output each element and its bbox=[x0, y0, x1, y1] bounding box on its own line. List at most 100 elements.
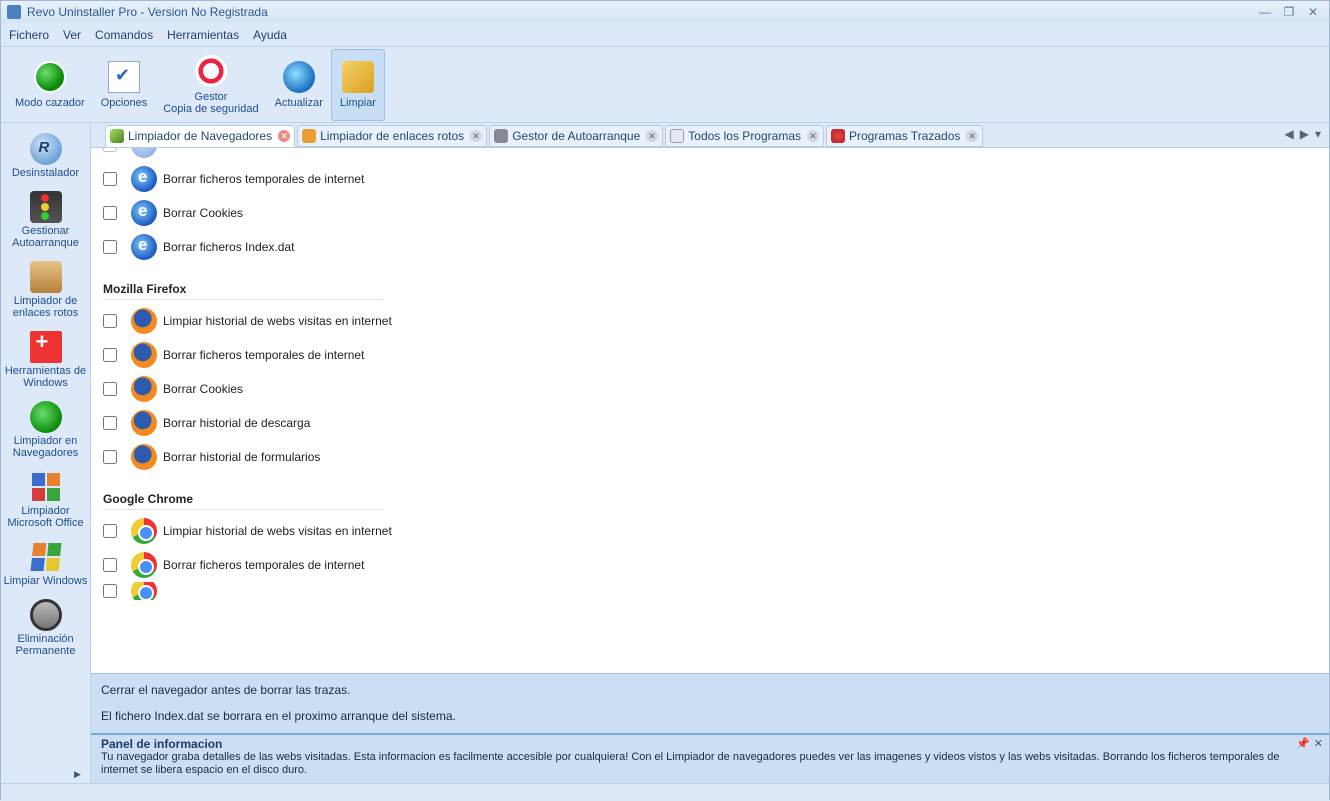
ie-icon bbox=[131, 200, 157, 226]
row-checkbox[interactable] bbox=[103, 206, 117, 220]
row-checkbox[interactable] bbox=[103, 524, 117, 538]
tab-close-icon[interactable]: ✕ bbox=[966, 130, 978, 142]
app-icon bbox=[7, 5, 21, 19]
toolbar-hunter-mode[interactable]: Modo cazador bbox=[7, 49, 93, 121]
row-checkbox[interactable] bbox=[103, 416, 117, 430]
sidebar-uninstaller[interactable]: Desinstalador bbox=[1, 127, 90, 185]
sidebar-browsers-cleaner[interactable]: Limpiador en Navegadores bbox=[1, 395, 90, 465]
ie-icon bbox=[131, 166, 157, 192]
menu-help[interactable]: Ayuda bbox=[253, 28, 287, 42]
row-label: Borrar Cookies bbox=[163, 382, 243, 396]
row-label: Borrar ficheros Index.dat bbox=[163, 240, 294, 254]
tab-next-icon[interactable]: ▶ bbox=[1300, 127, 1309, 141]
sidebar-evidence-remover[interactable]: Eliminación Permanente bbox=[1, 593, 90, 663]
titlebar: Revo Uninstaller Pro - Version No Regist… bbox=[1, 1, 1329, 23]
ie-icon bbox=[131, 234, 157, 260]
close-button[interactable]: ✕ bbox=[1303, 5, 1323, 19]
row-checkbox[interactable] bbox=[103, 240, 117, 254]
chrome-icon bbox=[131, 518, 157, 544]
toolbar-clean[interactable]: Limpiar bbox=[331, 49, 385, 121]
firefox-icon bbox=[131, 410, 157, 436]
minimize-button[interactable]: — bbox=[1255, 5, 1275, 19]
row-checkbox[interactable] bbox=[103, 558, 117, 572]
sidebar-windows-tools[interactable]: Herramientas de Windows bbox=[1, 325, 90, 395]
tab-prev-icon[interactable]: ◀ bbox=[1285, 127, 1294, 141]
row-label: Limpiar historial de webs visitas en int… bbox=[163, 524, 392, 538]
firefox-icon bbox=[131, 376, 157, 402]
row-label: Borrar ficheros temporales de internet bbox=[163, 558, 364, 572]
message-line: Cerrar el navegador antes de borrar las … bbox=[101, 683, 1319, 697]
sidebar-office-cleaner[interactable]: Limpiador Microsoft Office bbox=[1, 465, 90, 535]
info-pin-icon[interactable]: 📌 bbox=[1296, 737, 1310, 750]
row-label: Borrar ficheros temporales de internet bbox=[163, 348, 364, 362]
row-checkbox[interactable] bbox=[103, 172, 117, 186]
cleaner-row: Borrar Cookies bbox=[103, 372, 1329, 406]
row-checkbox[interactable] bbox=[103, 348, 117, 362]
info-panel-text: Tu navegador graba detalles de las webs … bbox=[101, 751, 1319, 777]
cleaner-row: Borrar ficheros temporales de internet bbox=[103, 162, 1329, 196]
drive-icon bbox=[30, 599, 62, 631]
target-icon bbox=[34, 61, 66, 93]
trace-icon bbox=[831, 129, 845, 143]
row-checkbox[interactable] bbox=[103, 148, 117, 152]
maximize-button[interactable]: ❐ bbox=[1279, 5, 1299, 19]
firefox-icon bbox=[131, 308, 157, 334]
tab-menu-icon[interactable]: ▾ bbox=[1315, 127, 1321, 141]
row-label: Limpiar historial de webs visitas en int… bbox=[163, 314, 392, 328]
menu-view[interactable]: Ver bbox=[63, 28, 81, 42]
revo-icon bbox=[30, 133, 62, 165]
tab-close-icon[interactable]: ✕ bbox=[807, 130, 819, 142]
sidebar-windows-cleaner[interactable]: Limpiar Windows bbox=[1, 535, 90, 593]
cleaner-row: Borrar ficheros Index.dat bbox=[103, 230, 1329, 264]
toolbar-update[interactable]: Actualizar bbox=[267, 49, 331, 121]
row-label: Borrar Cookies bbox=[163, 206, 243, 220]
toolbar-options[interactable]: Opciones bbox=[93, 49, 155, 121]
info-close-icon[interactable]: ✕ bbox=[1314, 737, 1323, 750]
message-line: El fichero Index.dat se borrara en el pr… bbox=[101, 709, 1319, 723]
options-icon bbox=[108, 61, 140, 93]
cleaner-row: Borrar historial de descarga bbox=[103, 406, 1329, 440]
sidebar-autorun[interactable]: Gestionar Autoarranque bbox=[1, 185, 90, 255]
toolbar-backup-manager[interactable]: Gestor Copia de seguridad bbox=[155, 49, 266, 121]
tabs: Limpiador de Navegadores✕ Limpiador de e… bbox=[91, 123, 1329, 147]
section-title-firefox: Mozilla Firefox bbox=[103, 282, 383, 300]
tab-autorun-manager[interactable]: Gestor de Autoarranque✕ bbox=[489, 125, 663, 147]
firefox-icon bbox=[131, 444, 157, 470]
cleaner-row: Borrar ficheros temporales de internet bbox=[103, 338, 1329, 372]
cleaner-row bbox=[103, 148, 1329, 162]
row-checkbox[interactable] bbox=[103, 450, 117, 464]
content-area: Borrar ficheros temporales de internet B… bbox=[91, 148, 1329, 673]
menu-tools[interactable]: Herramientas bbox=[167, 28, 239, 42]
menu-file[interactable]: Fichero bbox=[9, 28, 49, 42]
brush-icon bbox=[342, 61, 374, 93]
cleaner-row: Borrar historial de formularios bbox=[103, 440, 1329, 474]
chrome-icon bbox=[131, 552, 157, 578]
row-checkbox[interactable] bbox=[103, 584, 117, 598]
traffic-light-icon bbox=[30, 191, 62, 223]
tab-junk-cleaner[interactable]: Limpiador de enlaces rotos✕ bbox=[297, 125, 487, 147]
tab-close-icon[interactable]: ✕ bbox=[646, 130, 658, 142]
cleaner-row: Limpiar historial de webs visitas en int… bbox=[103, 304, 1329, 338]
row-checkbox[interactable] bbox=[103, 314, 117, 328]
tab-close-icon[interactable]: ✕ bbox=[470, 130, 482, 142]
row-label: Borrar ficheros temporales de internet bbox=[163, 172, 364, 186]
tab-all-programs[interactable]: Todos los Programas✕ bbox=[665, 125, 824, 147]
app-icon bbox=[670, 129, 684, 143]
row-label: Borrar historial de formularios bbox=[163, 450, 320, 464]
sidebar: Desinstalador Gestionar Autoarranque Lim… bbox=[1, 123, 91, 783]
message-area: Cerrar el navegador antes de borrar las … bbox=[91, 673, 1329, 733]
tab-close-icon[interactable]: ✕ bbox=[278, 130, 290, 142]
tab-traced-programs[interactable]: Programas Trazados✕ bbox=[826, 125, 983, 147]
ie-icon bbox=[131, 148, 157, 158]
windows-flag-icon bbox=[28, 541, 63, 573]
statusbar bbox=[1, 783, 1329, 801]
info-panel-title: Panel de informacion bbox=[101, 737, 1319, 751]
tab-browsers-cleaner[interactable]: Limpiador de Navegadores✕ bbox=[105, 125, 295, 147]
lifebuoy-icon bbox=[195, 55, 227, 87]
sidebar-scroll-right[interactable]: ▶ bbox=[74, 769, 88, 781]
menu-commands[interactable]: Comandos bbox=[95, 28, 153, 42]
chrome-icon bbox=[131, 582, 157, 600]
row-checkbox[interactable] bbox=[103, 382, 117, 396]
sidebar-junk[interactable]: Limpiador de enlaces rotos bbox=[1, 255, 90, 325]
info-panel: 📌 ✕ Panel de informacion Tu navegador gr… bbox=[91, 733, 1329, 783]
